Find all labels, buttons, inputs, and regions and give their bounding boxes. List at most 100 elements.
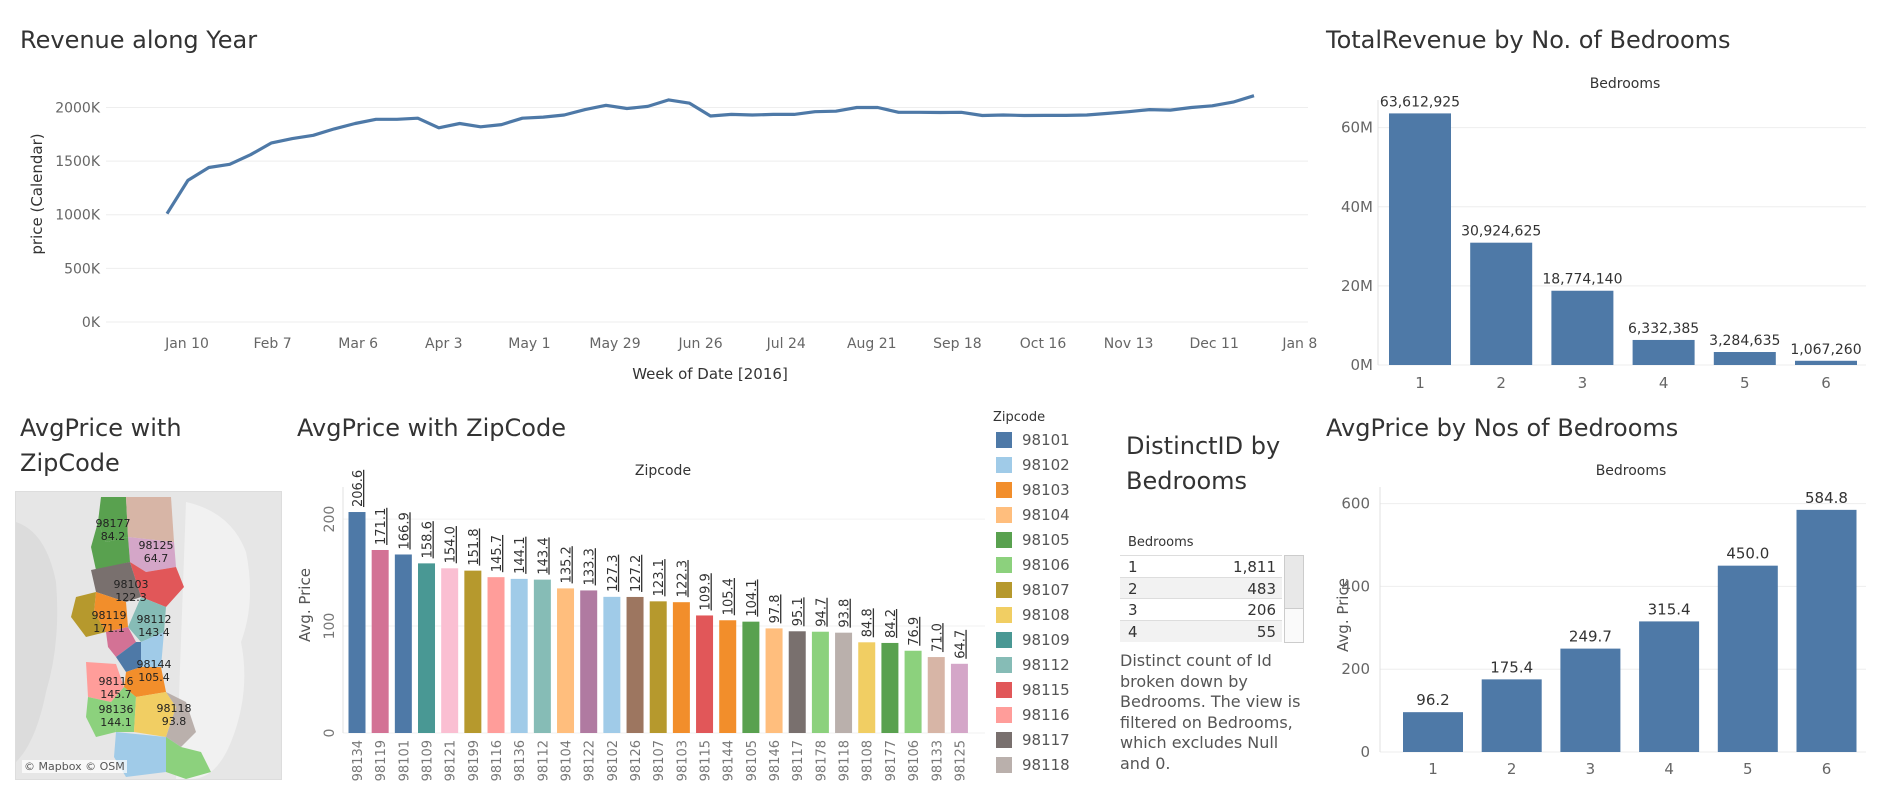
bar bbox=[464, 570, 482, 733]
bar bbox=[765, 628, 783, 733]
total-revenue-bar-chart: Bedrooms 0M 20M 40M 60M 63,612,925 1 30,924,625… bbox=[1341, 76, 1866, 392]
x-tick-label: Jul 24 bbox=[766, 336, 806, 352]
y-tick-label: 0 bbox=[322, 729, 338, 738]
bar-value-label: 127.3 bbox=[606, 555, 621, 592]
bar-value-label: 84.8 bbox=[861, 608, 876, 637]
legend-item[interactable]: 98116 bbox=[996, 705, 1070, 725]
bar-value-label: 76.9 bbox=[907, 617, 922, 646]
x-tick-label: 98144 bbox=[722, 740, 737, 781]
bar-value-label: 175.4 bbox=[1490, 658, 1533, 676]
x-tick-label: 98116 bbox=[490, 740, 505, 781]
revenue-year-title: Revenue along Year bbox=[20, 26, 258, 54]
bar bbox=[1796, 509, 1857, 752]
x-tick-label: Nov 13 bbox=[1104, 336, 1154, 352]
legend-item[interactable]: 98105 bbox=[996, 530, 1070, 550]
y-tick-label: 0M bbox=[1351, 356, 1374, 374]
map-label: 98103 122.3 bbox=[113, 578, 149, 604]
x-tick-label: Sep 18 bbox=[933, 336, 982, 352]
legend-item[interactable]: 98101 bbox=[996, 430, 1070, 450]
distinct-table-header: Bedrooms bbox=[1128, 535, 1194, 550]
legend-item[interactable]: 98117 bbox=[996, 730, 1070, 750]
y-axis-title: price (Calendar) bbox=[28, 133, 46, 254]
legend-label: 98106 bbox=[1022, 556, 1070, 574]
legend-title: Zipcode bbox=[993, 410, 1046, 425]
bar-value-label: 249.7 bbox=[1569, 628, 1612, 646]
bar bbox=[696, 615, 714, 733]
distinct-bedrooms: 1 bbox=[1128, 558, 1138, 576]
x-tick-label: Dec 11 bbox=[1190, 336, 1239, 352]
legend-swatch bbox=[996, 457, 1012, 473]
distinct-count: 483 bbox=[1247, 579, 1276, 598]
legend-item[interactable]: 98112 bbox=[996, 655, 1070, 675]
x-tick-label: 3 bbox=[1586, 760, 1596, 778]
distinct-row: 1 1,811 bbox=[1120, 555, 1282, 578]
x-tick-label: 98112 bbox=[536, 740, 551, 781]
legend-item[interactable]: 98102 bbox=[996, 455, 1070, 475]
bar-value-label: 145.7 bbox=[490, 535, 505, 572]
bar bbox=[811, 631, 829, 733]
bar bbox=[858, 642, 876, 733]
x-tick-label: 98102 bbox=[606, 740, 621, 781]
x-tick-label: May 1 bbox=[508, 336, 550, 352]
avgprice-zip-bar-chart: Zipcode Avg. Price 0 100 200 206.6 98134 171.1 9… bbox=[296, 463, 985, 781]
legend-label: 98112 bbox=[1022, 656, 1070, 674]
x-tick-label: 98121 bbox=[444, 740, 459, 781]
x-tick-label: 98134 bbox=[351, 740, 366, 781]
bar bbox=[649, 601, 667, 733]
bar bbox=[835, 632, 853, 733]
bar bbox=[580, 590, 598, 733]
x-tick-label: 98105 bbox=[745, 740, 760, 781]
legend-item[interactable]: 98118 bbox=[996, 755, 1070, 775]
legend-label: 98117 bbox=[1022, 731, 1070, 749]
bar bbox=[348, 512, 366, 733]
x-tick-label: 98107 bbox=[652, 740, 667, 781]
bar-value-label: 97.8 bbox=[768, 594, 783, 623]
legend-swatch bbox=[996, 482, 1012, 498]
zipcode-map[interactable]: 98177 84.2 98125 64.7 98103 122.3 98119 171.1 98… bbox=[15, 491, 282, 780]
bar bbox=[927, 657, 945, 733]
legend-item[interactable]: 98103 bbox=[996, 480, 1070, 500]
legend-item[interactable]: 98107 bbox=[996, 580, 1070, 600]
x-axis-title: Week of Date [2016] bbox=[632, 365, 788, 383]
y-tick-label: 1000K bbox=[55, 208, 101, 224]
total-revenue-bedrooms-title: TotalRevenue by No. of Bedrooms bbox=[1326, 26, 1731, 54]
bar-value-label: 6,332,385 bbox=[1628, 321, 1699, 337]
legend-item[interactable]: 98115 bbox=[996, 680, 1070, 700]
revenue-line-chart: 0K 500K 1000K 1500K 2000K Jan 10 Feb 7 Mar 6 Apr… bbox=[28, 94, 1317, 383]
x-tick-label: 98122 bbox=[583, 740, 598, 781]
bar bbox=[394, 554, 412, 733]
bar-value-label: 18,774,140 bbox=[1542, 272, 1622, 288]
legend-item[interactable]: 98104 bbox=[996, 505, 1070, 525]
x-tick-label: Oct 16 bbox=[1020, 336, 1067, 352]
legend-item[interactable]: 98106 bbox=[996, 555, 1070, 575]
legend-label: 98105 bbox=[1022, 531, 1070, 549]
bar-value-label: 127.2 bbox=[629, 555, 644, 592]
bar bbox=[487, 577, 505, 733]
y-tick-label: 2000K bbox=[55, 100, 101, 116]
x-tick-label: Jan 10 bbox=[164, 336, 209, 352]
x-tick-label: 1 bbox=[1415, 374, 1425, 392]
bar-value-label: 3,284,635 bbox=[1709, 333, 1780, 349]
legend-swatch bbox=[996, 607, 1012, 623]
distinct-scrollbar[interactable] bbox=[1284, 555, 1304, 643]
bar bbox=[533, 579, 551, 733]
bar-value-label: 64.7 bbox=[953, 630, 968, 659]
map-label: 98118 93.8 bbox=[156, 702, 192, 728]
distinct-count: 206 bbox=[1247, 601, 1276, 619]
legend-item[interactable]: 98109 bbox=[996, 630, 1070, 650]
distinct-count: 55 bbox=[1256, 622, 1276, 641]
x-tick-label: Apr 3 bbox=[425, 336, 463, 352]
x-tick-label: 2 bbox=[1507, 760, 1517, 778]
y-tick-label: 100 bbox=[322, 613, 338, 640]
x-tick-label: 98199 bbox=[467, 740, 482, 781]
distinct-note: Distinct count of Id broken down by Bedr… bbox=[1120, 651, 1301, 773]
bar-value-label: 84.2 bbox=[884, 609, 899, 638]
y-tick-label: 500K bbox=[64, 261, 101, 277]
x-tick-label: 5 bbox=[1743, 760, 1753, 778]
distinct-row: 2 483 bbox=[1120, 576, 1282, 599]
bar-value-label: 63,612,925 bbox=[1380, 94, 1460, 110]
bar bbox=[371, 549, 389, 733]
scrollbar-thumb[interactable] bbox=[1285, 556, 1303, 609]
legend-swatch bbox=[996, 707, 1012, 723]
legend-item[interactable]: 98108 bbox=[996, 605, 1070, 625]
